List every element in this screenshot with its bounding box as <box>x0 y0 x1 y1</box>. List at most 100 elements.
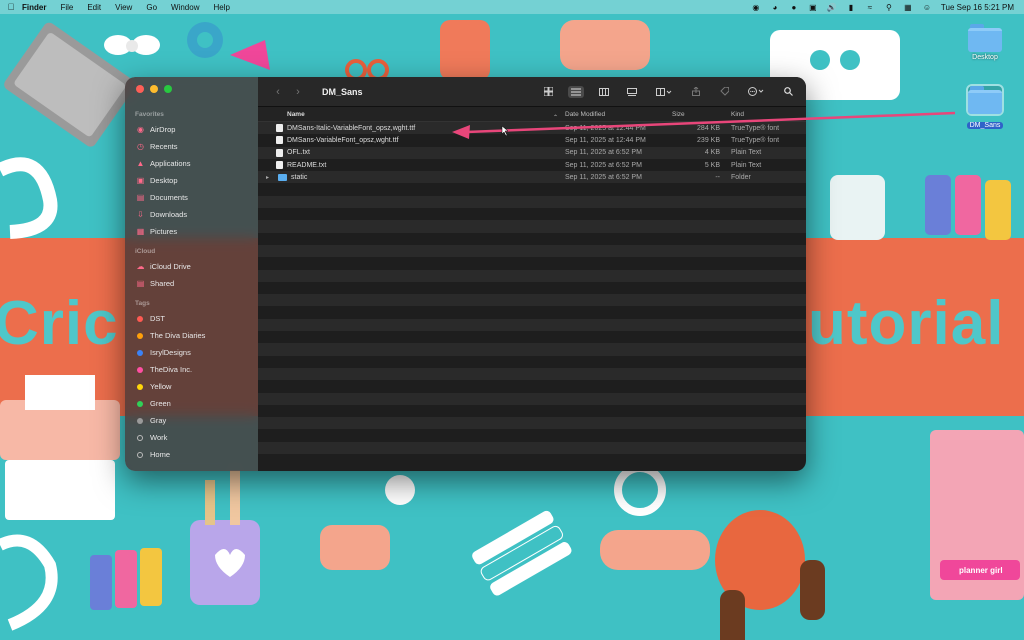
forward-button[interactable]: › <box>288 86 308 98</box>
apple-menu-icon[interactable]:  <box>0 2 22 12</box>
minimize-window-button[interactable] <box>150 85 158 93</box>
column-header-name[interactable]: Name <box>266 111 562 118</box>
sidebar-tag-dst[interactable]: DST <box>125 310 258 327</box>
search-button[interactable] <box>780 86 796 98</box>
document-icon <box>276 136 283 145</box>
display-status-icon[interactable]: ▣ <box>808 3 818 12</box>
window-title: DM_Sans <box>322 86 363 97</box>
menu-app-finder[interactable]: Finder <box>22 3 46 12</box>
file-list: DMSans-Italic-VariableFont_opsz,wght.ttf… <box>258 122 806 471</box>
spotlight-search-icon[interactable]: ⚲ <box>884 3 894 12</box>
empty-list-row <box>258 220 806 233</box>
file-name: DMSans-Italic-VariableFont_opsz,wght.ttf <box>287 124 416 132</box>
tag-color-dot-icon <box>137 417 143 424</box>
jar-illustration <box>440 20 490 80</box>
menu-go[interactable]: Go <box>146 3 157 12</box>
tag-color-dot-icon <box>137 400 143 407</box>
sidebar-item-icloud-drive[interactable]: ☁ iCloud Drive <box>125 258 258 275</box>
menu-view[interactable]: View <box>115 3 132 12</box>
user-avatar-icon[interactable]: ☺ <box>922 3 932 12</box>
sidebar-tag-label: Green <box>150 399 171 408</box>
back-button[interactable]: ‹ <box>268 86 288 98</box>
empty-list-row <box>258 269 806 282</box>
column-header-size[interactable]: Size <box>672 111 728 118</box>
sidebar-tag-label: The Diva Diaries <box>150 331 206 340</box>
sidebar-tag-thediva-inc-[interactable]: TheDiva Inc. <box>125 361 258 378</box>
document-icon <box>276 124 283 133</box>
sidebar-tag-green[interactable]: Green <box>125 395 258 412</box>
file-date-cell: Sep 11, 2025 at 6:52 PM <box>565 161 642 169</box>
menu-file[interactable]: File <box>60 3 73 12</box>
column-header-kind[interactable]: Kind <box>728 111 806 118</box>
sidebar-item-airdrop[interactable]: ◉ AirDrop <box>125 121 258 138</box>
column-header-date-modified[interactable]: Date Modified <box>562 111 672 118</box>
finder-toolbar: ‹ › DM_Sans <box>258 77 806 107</box>
tag-button[interactable] <box>716 86 732 98</box>
empty-list-row <box>258 380 806 393</box>
column-view-button[interactable] <box>596 86 612 98</box>
sidebar-item-label: Recents <box>150 142 178 151</box>
close-window-button[interactable] <box>136 85 144 93</box>
sidebar-item-recents[interactable]: ◷ Recents <box>125 138 258 155</box>
grammarly-status-icon[interactable]: ◕ <box>770 3 780 12</box>
sidebar-tag-isryldesigns[interactable]: IsrylDesigns <box>125 344 258 361</box>
record-status-icon[interactable]: ◉ <box>751 3 761 12</box>
sidebar-item-desktop[interactable]: ▣ Desktop <box>125 172 258 189</box>
file-row[interactable]: DMSans-Italic-VariableFont_opsz,wght.ttf… <box>258 122 806 135</box>
file-row[interactable]: ▸ static Sep 11, 2025 at 6:52 PM -- Folder <box>258 171 806 184</box>
sidebar-tag-yellow[interactable]: Yellow <box>125 378 258 395</box>
file-kind-cell: TrueType® font <box>731 136 780 144</box>
zoom-window-button[interactable] <box>164 85 172 93</box>
sidebar-item-label: Shared <box>150 279 175 288</box>
stapler-illustration <box>600 530 710 570</box>
sidebar-item-shared[interactable]: ▤ Shared <box>125 275 258 292</box>
sidebar-item-documents[interactable]: ▤ Documents <box>125 189 258 206</box>
document-icon: ▤ <box>136 193 145 202</box>
shared-folder-icon: ▤ <box>136 279 145 288</box>
sidebar-tag-gray[interactable]: Gray <box>125 412 258 429</box>
wifi-icon[interactable]: ≈ <box>865 3 875 12</box>
menu-edit[interactable]: Edit <box>87 3 101 12</box>
battery-icon[interactable]: ▮ <box>846 3 856 12</box>
menu-bar-clock[interactable]: Tue Sep 16 5:21 PM <box>941 3 1014 12</box>
file-name-cell: DMSans-VariableFont_opsz,wght.ttf <box>266 136 562 145</box>
sidebar-tag-the-diva-diaries[interactable]: The Diva Diaries <box>125 327 258 344</box>
planner-girl-sticker: planner girl <box>955 565 1007 576</box>
sidebar-item-pictures[interactable]: ▦ Pictures <box>125 223 258 240</box>
empty-list-row <box>258 195 806 209</box>
menu-help[interactable]: Help <box>213 3 229 12</box>
search-icon <box>783 87 793 96</box>
disclosure-triangle-icon[interactable]: ▸ <box>266 174 272 181</box>
volume-icon[interactable]: 🔊 <box>827 3 837 12</box>
control-center-icon[interactable]: ▦ <box>903 3 913 12</box>
sidebar-tag-home[interactable]: Home <box>125 446 258 463</box>
file-name-cell: ▸ static <box>266 173 562 181</box>
menu-window[interactable]: Window <box>171 3 199 12</box>
empty-list-row <box>258 343 806 356</box>
file-row[interactable]: OFL.txt Sep 11, 2025 at 6:52 PM 4 KB Plain … <box>258 146 806 159</box>
share-button[interactable] <box>688 86 704 98</box>
document-icon <box>276 161 283 170</box>
gallery-view-button[interactable] <box>624 86 640 98</box>
creative-cloud-icon[interactable]: ● <box>789 3 799 12</box>
tag-icon <box>719 87 729 96</box>
bow-illustration <box>104 35 160 55</box>
desktop-folder-dm-sans[interactable]: DM_Sans <box>962 84 1008 132</box>
more-actions-button[interactable] <box>744 86 768 98</box>
sidebar-item-applications[interactable]: ▲ Applications <box>125 155 258 172</box>
file-name: static <box>291 173 308 181</box>
empty-list-row <box>258 208 806 221</box>
empty-list-row <box>258 331 806 344</box>
tag-color-dot-icon <box>137 349 143 356</box>
sidebar-item-downloads[interactable]: ⇩ Downloads <box>125 206 258 223</box>
desktop-folder-desktop[interactable]: Desktop <box>962 24 1008 61</box>
glue-gun-bottom-illustration <box>320 525 390 570</box>
menu-bar:  Finder File Edit View Go Window Help ◉… <box>0 0 1024 14</box>
list-view-button[interactable] <box>568 85 584 98</box>
icon-view-button[interactable] <box>540 86 556 98</box>
file-row[interactable]: README.txt Sep 11, 2025 at 6:52 PM 5 KB Pla… <box>258 158 806 172</box>
sidebar-tag-label: IsrylDesigns <box>150 348 191 357</box>
sidebar-tag-work[interactable]: Work <box>125 429 258 446</box>
group-by-button[interactable] <box>652 86 676 98</box>
file-row[interactable]: DMSans-VariableFont_opsz,wght.ttf Sep 11,… <box>258 134 806 147</box>
